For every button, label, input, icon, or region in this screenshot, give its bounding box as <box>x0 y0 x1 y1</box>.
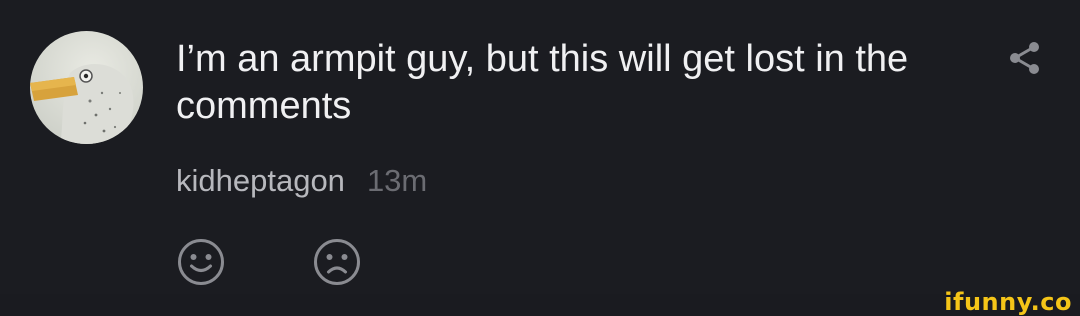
share-icon <box>1010 42 1039 74</box>
watermark-bar: ifunny.co <box>0 289 1080 316</box>
avatar[interactable] <box>30 31 143 144</box>
comment-meta: kidheptagon 13m <box>176 161 427 201</box>
dislike-button[interactable] <box>313 238 361 286</box>
comment-text: I’m an armpit guy, but this will get los… <box>176 38 909 127</box>
brand-watermark: ifunny.co <box>944 288 1072 316</box>
comment-card: I’m an armpit guy, but this will get los… <box>0 0 1080 294</box>
timestamp: 13m <box>366 163 428 198</box>
smile-face-icon <box>178 239 224 285</box>
frown-face-icon <box>314 239 360 285</box>
like-button[interactable] <box>177 238 225 286</box>
share-button[interactable] <box>1004 40 1044 76</box>
username[interactable]: kidheptagon <box>176 163 345 198</box>
